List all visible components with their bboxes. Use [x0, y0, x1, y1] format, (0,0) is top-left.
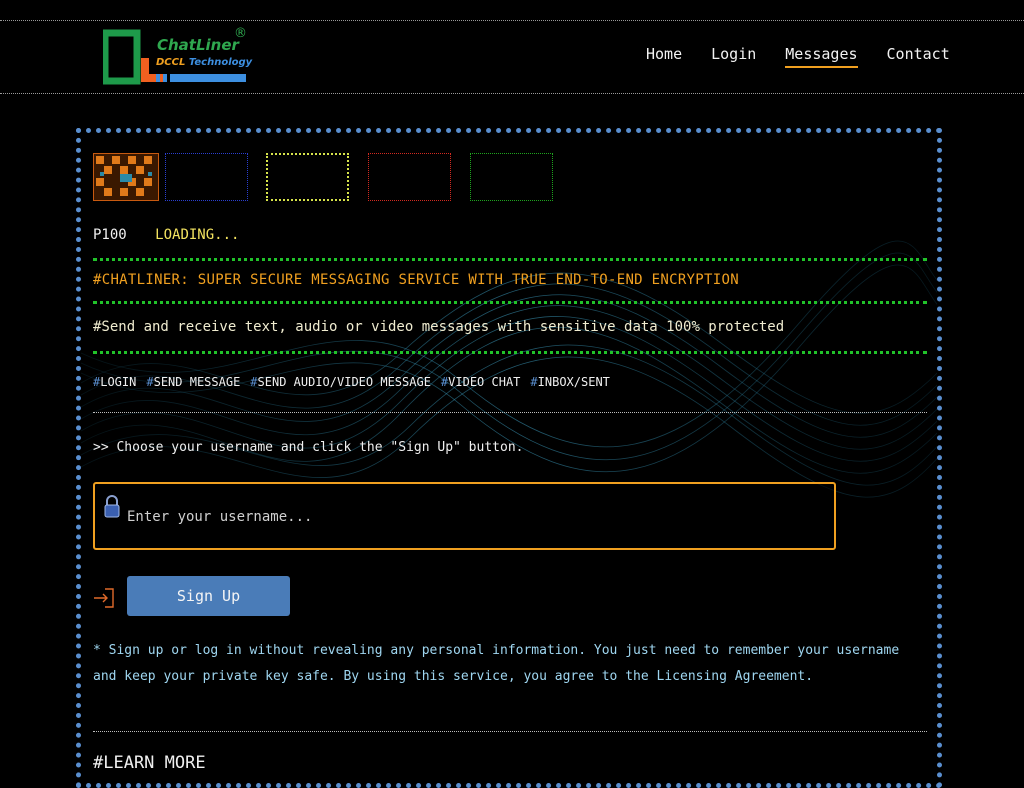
status-code: P100 — [93, 227, 127, 243]
divider-grey-2 — [93, 731, 927, 732]
nav-login[interactable]: Login — [711, 45, 756, 68]
site-header: ChatLiner ® DCCL Technology Home Login M… — [0, 21, 1024, 94]
divider-green-2 — [93, 301, 927, 304]
privacy-note: * Sign up or log in without revealing an… — [93, 643, 900, 684]
divider-green-1 — [93, 258, 927, 261]
logo-subtitle-dccl: DCCL — [156, 57, 186, 68]
lock-icon — [104, 495, 120, 518]
sign-up-button[interactable]: Sign Up — [127, 576, 290, 616]
tag-inbox-sent[interactable]: #INBOX/SENT — [530, 375, 609, 389]
thumbnail-yellow[interactable] — [266, 153, 349, 201]
tag-login[interactable]: #LOGIN — [93, 375, 136, 389]
thumbnail-blue[interactable] — [165, 153, 248, 201]
nav-contact[interactable]: Contact — [887, 45, 950, 68]
logo-bar-icon — [156, 74, 246, 82]
status-line: P100 LOADING... — [93, 227, 239, 243]
divider-green-3 — [93, 351, 927, 354]
tag-video-chat[interactable]: #VIDEO CHAT — [441, 375, 520, 389]
main-nav: Home Login Messages Contact — [646, 45, 950, 68]
logo-subtitle: DCCL Technology — [156, 57, 252, 68]
tag-links: #LOGIN #SEND MESSAGE #SEND AUDIO/VIDEO MES… — [93, 375, 620, 389]
logo-subtitle-tech: Technology — [188, 57, 253, 68]
status-loading: LOADING... — [155, 227, 240, 243]
subheadline: #Send and receive text, audio or video m… — [93, 319, 785, 335]
thumbnail-green[interactable] — [470, 153, 553, 201]
main-panel: P100 LOADING... #CHATLINER: SUPER SECURE… — [76, 128, 942, 788]
thumbnail-mosaic[interactable] — [93, 153, 159, 201]
username-field-box — [93, 482, 836, 550]
logo-brand-text: ChatLiner — [157, 36, 239, 54]
headline: #CHATLINER: SUPER SECURE MESSAGING SERVI… — [93, 272, 739, 288]
instruction-text: >> Choose your username and click the "S… — [93, 440, 524, 455]
nav-home[interactable]: Home — [646, 45, 682, 68]
logo-mark-icon — [101, 29, 163, 85]
mosaic-pattern-icon — [94, 154, 158, 200]
tag-send-audio-video[interactable]: #SEND AUDIO/VIDEO MESSAGE — [250, 375, 431, 389]
sign-in-icon — [94, 588, 114, 608]
logo-registered-mark: ® — [234, 26, 247, 41]
tag-send-message[interactable]: #SEND MESSAGE — [146, 375, 240, 389]
thumbnail-red[interactable] — [368, 153, 451, 201]
username-input[interactable] — [125, 504, 819, 530]
learn-more-heading[interactable]: #LEARN MORE — [93, 753, 206, 773]
divider-grey-1 — [93, 412, 927, 413]
chatliner-logo[interactable]: ChatLiner ® DCCL Technology — [101, 26, 253, 86]
nav-messages[interactable]: Messages — [785, 45, 858, 68]
